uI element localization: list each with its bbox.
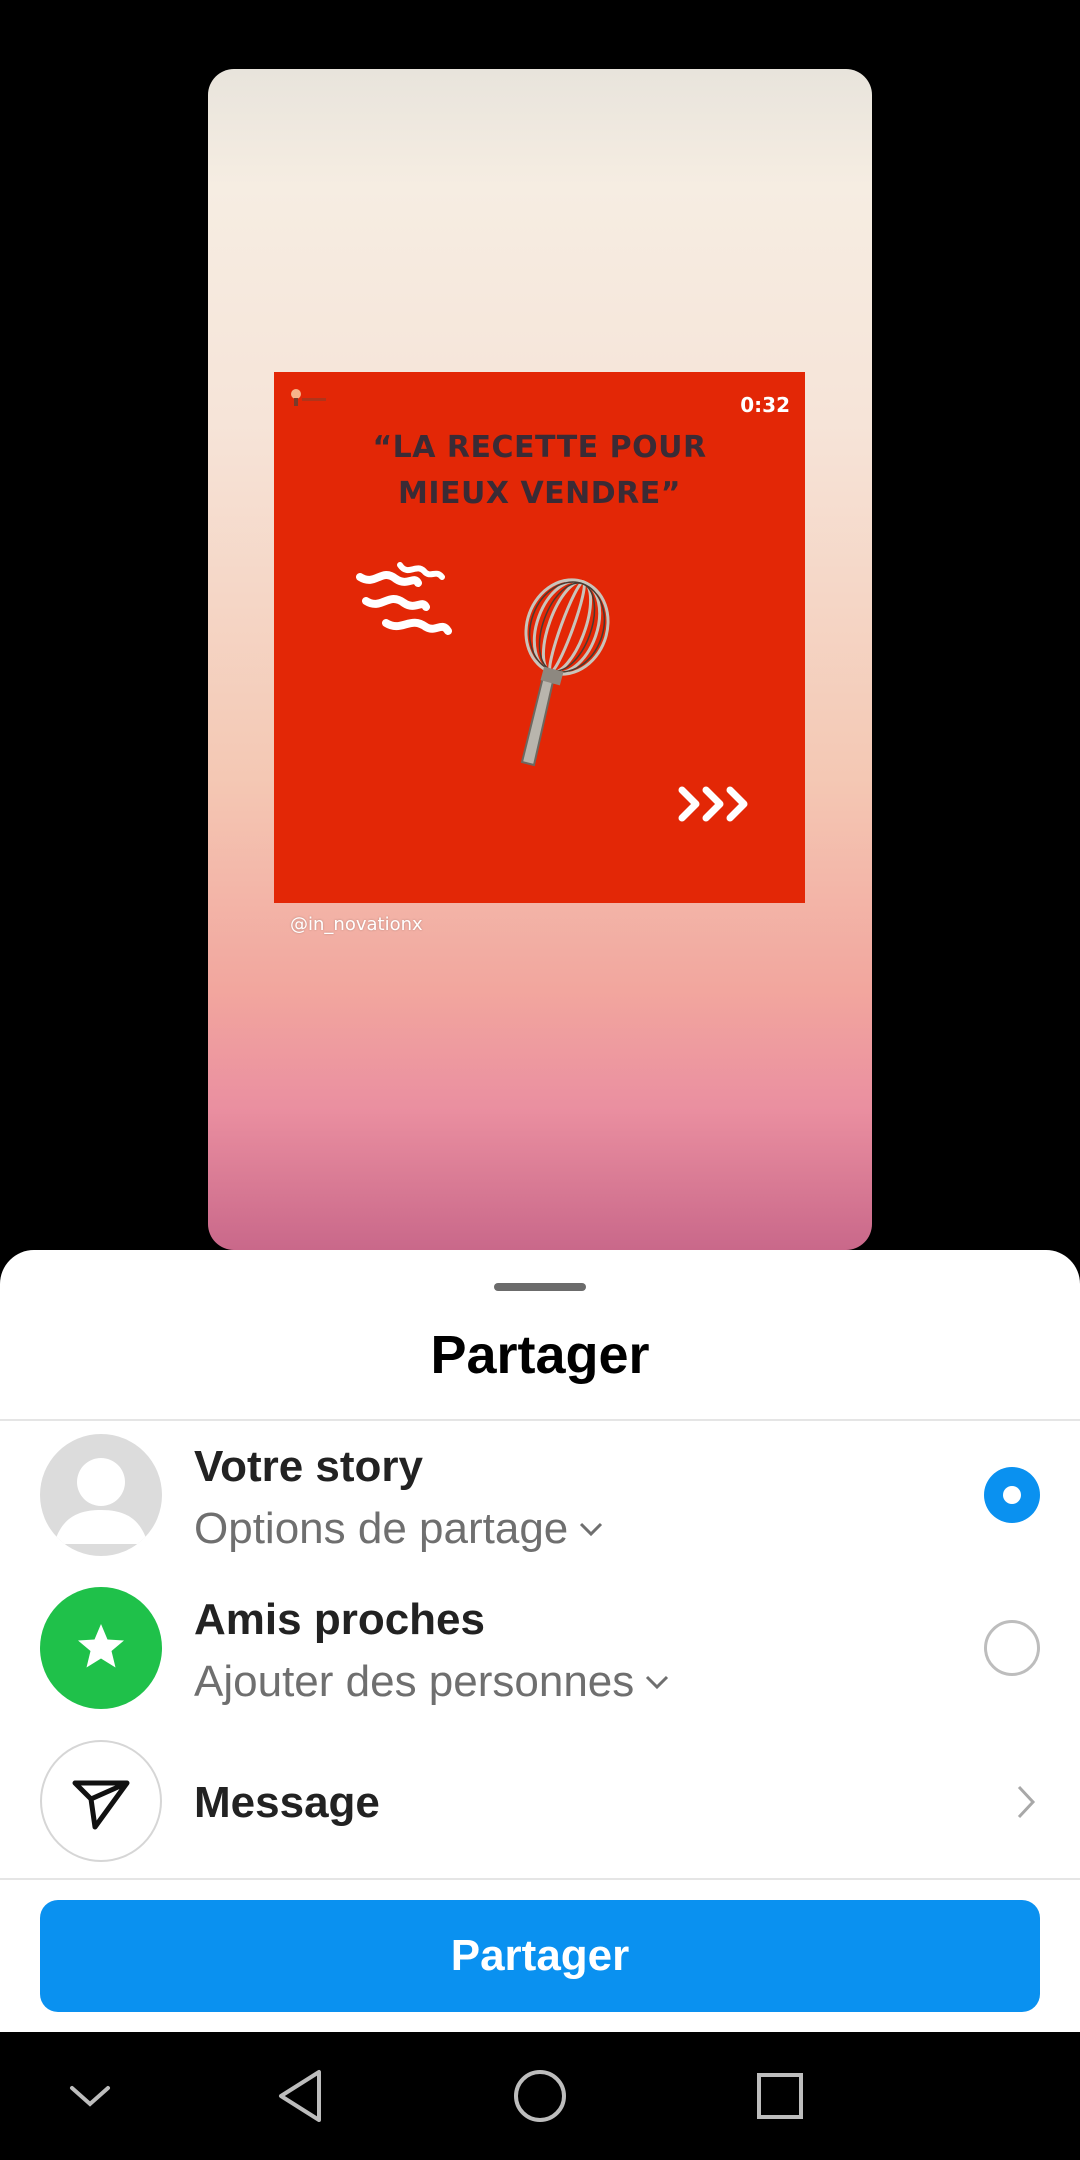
option-subtitle: Options de partage	[194, 1504, 569, 1553]
story-preview: 0:32 “LA RECETTE POUR MIEUX VENDRE” @in_…	[208, 69, 872, 1250]
recents-icon	[757, 2073, 803, 2119]
nav-home-button[interactable]	[480, 2032, 600, 2160]
screen: 0:32 “LA RECETTE POUR MIEUX VENDRE” @in_…	[0, 0, 1080, 2160]
profile-avatar-icon	[40, 1434, 162, 1556]
option-title: Amis proches	[194, 1595, 485, 1644]
divider	[0, 1878, 1080, 1880]
option-your-story[interactable]: Votre story Options de partage	[0, 1420, 1080, 1570]
option-title: Message	[194, 1778, 380, 1827]
option-message[interactable]: Message	[0, 1726, 1080, 1876]
whisk-icon	[520, 578, 610, 767]
share-sheet: Partager Votre story Options de partage	[0, 1250, 1080, 2032]
option-title: Votre story	[194, 1442, 424, 1491]
sheet-grabber[interactable]	[494, 1283, 586, 1291]
chevron-down-icon	[646, 1675, 669, 1690]
handle-tag[interactable]: @in_novationx	[290, 914, 423, 935]
shared-post: 0:32 “LA RECETTE POUR MIEUX VENDRE”	[274, 372, 805, 903]
add-people-dropdown[interactable]: Ajouter des personnes	[194, 1657, 670, 1707]
option-close-friends[interactable]: Amis proches Ajouter des personnes	[0, 1573, 1080, 1723]
nav-back-button[interactable]	[240, 2032, 360, 2160]
sheet-title: Partager	[430, 1325, 650, 1385]
back-icon	[279, 2070, 321, 2122]
headline-line-1: “LA RECETTE POUR	[372, 430, 707, 465]
arrows-icon	[678, 786, 748, 822]
logo-icon	[291, 389, 326, 406]
post-headline: “LA RECETTE POUR MIEUX VENDRE”	[314, 425, 765, 517]
share-button[interactable]: Partager	[40, 1900, 1040, 2012]
steam-icon	[356, 562, 452, 635]
chevron-down-icon	[70, 2086, 110, 2107]
radio-selected[interactable]	[984, 1467, 1040, 1523]
headline-line-2: MIEUX VENDRE”	[398, 476, 681, 511]
system-nav-bar	[0, 2032, 1080, 2160]
share-options-dropdown[interactable]: Options de partage	[194, 1504, 604, 1554]
chevron-right-icon	[1017, 1785, 1036, 1819]
star-icon	[40, 1587, 162, 1709]
nav-collapse-button[interactable]	[30, 2032, 150, 2160]
radio-unselected[interactable]	[984, 1620, 1040, 1676]
home-icon	[514, 2070, 566, 2122]
video-timer: 0:32	[740, 393, 790, 417]
chevron-down-icon	[580, 1522, 603, 1537]
paper-plane-icon	[40, 1740, 162, 1862]
nav-recents-button[interactable]	[720, 2032, 840, 2160]
option-subtitle: Ajouter des personnes	[194, 1657, 635, 1706]
